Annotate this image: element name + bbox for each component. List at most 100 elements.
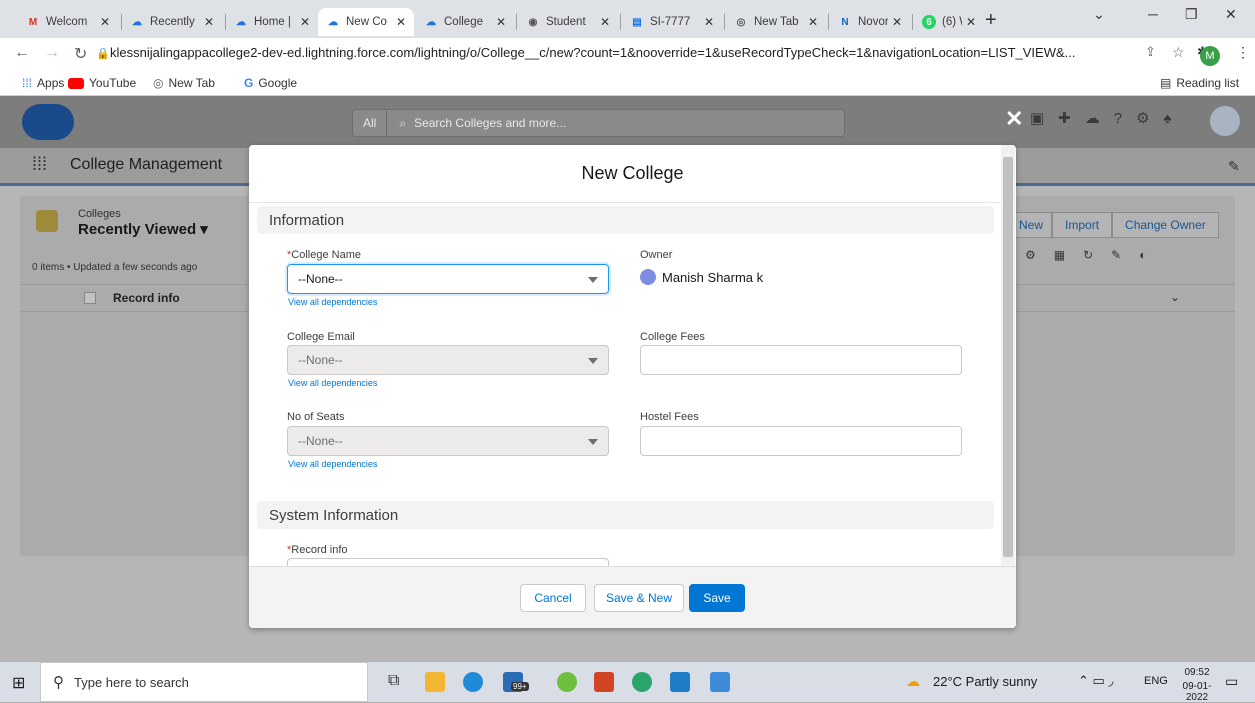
close-tab-icon[interactable]: ✕ [808,15,818,29]
chevron-down-icon [588,358,598,364]
language-indicator[interactable]: ENG [1144,675,1168,687]
college-email-label: College Email [287,331,355,343]
new-tab-button[interactable]: + [985,9,997,32]
share-icon[interactable]: ⇪ [1145,44,1156,60]
object-label: Colleges [78,208,121,220]
store-icon[interactable] [670,672,690,692]
browser-tab[interactable]: ◉ Student ✕ [518,8,618,36]
reading-list-icon: ▤ [1160,76,1172,90]
user-avatar[interactable] [1210,106,1240,136]
windows-taskbar: ⊞ ⚲ Type here to search ⧉ 99+ ☁ 22°C Part… [0,662,1255,703]
profile-avatar[interactable]: M [1200,46,1220,66]
lock-icon: 🔒 [96,48,110,60]
search-scope[interactable]: All [353,110,388,136]
weather-icon: ☁ [906,673,920,689]
new-button[interactable]: New [1010,212,1053,238]
app-icon[interactable] [594,672,614,692]
view-dependencies-link[interactable]: View all dependencies [288,378,377,388]
modal-header: New College [249,145,1016,203]
file-explorer-icon[interactable] [425,672,445,692]
photos-icon[interactable] [710,672,730,692]
close-tab-icon[interactable]: ✕ [496,15,506,29]
owner-link[interactable]: Manish Sharma k [662,270,763,285]
bookmark-star-icon[interactable]: ☆ [1172,44,1185,61]
close-tab-icon[interactable]: ✕ [704,15,714,29]
bookmark-youtube[interactable]: YouTube [68,76,136,90]
whatsapp-icon: 6 [922,15,936,29]
mail-icon[interactable]: 99+ [503,672,529,692]
notifications-icon[interactable]: ▭ [1225,673,1238,690]
header-utility-icons[interactable]: ▣✚☁?⚙♠ [1030,109,1186,127]
close-tab-icon[interactable]: ✕ [396,15,406,29]
edge-icon[interactable] [463,672,483,692]
close-window-button[interactable]: ✕ [1225,6,1237,23]
browser-tab-bar: M Welcom ✕ ☁ Recently ✕ ☁ Home | ✕ ☁ New Co ✕ ☁ C… [0,0,1255,38]
section-system-information[interactable]: System Information [257,501,994,529]
list-toolbar-icons[interactable]: ⚙▦↻✎◐ [1025,248,1164,262]
bookmarks-bar: ⁞⁞⁞ Apps YouTube ◎ New Tab G Google ▤ Readin… [0,72,1255,96]
browser-tab-active[interactable]: ☁ New Co ✕ [318,8,414,36]
change-owner-button[interactable]: Change Owner [1112,212,1219,238]
record-info-input[interactable] [287,558,609,566]
minimize-button[interactable]: ─ [1148,6,1158,22]
tab-search-icon[interactable]: ⌄ [1093,6,1105,23]
clock[interactable]: 09:52 09-01-2022 [1174,667,1220,703]
close-tab-icon[interactable]: ✕ [600,15,610,29]
task-view-icon[interactable]: ⧉ [388,672,399,690]
bookmark-google[interactable]: G Google [244,76,297,90]
view-dependencies-link[interactable]: View all dependencies [288,459,377,469]
close-tab-icon[interactable]: ✕ [204,15,214,29]
url-field[interactable]: klessnijalingappacollege2-dev-ed.lightni… [110,45,1076,60]
close-tab-icon[interactable]: ✕ [966,15,976,29]
import-button[interactable]: Import [1052,212,1113,238]
salesforce-icon: ☁ [328,16,338,28]
save-button[interactable]: Save [689,584,745,612]
close-tab-icon[interactable]: ✕ [100,15,110,29]
cancel-button[interactable]: Cancel [520,584,586,612]
app-icon[interactable] [557,672,577,692]
menu-icon[interactable]: ⋮ [1236,44,1250,61]
address-bar-row: ← → ↻ 🔒 klessnijalingappacollege2-dev-ed… [0,38,1255,72]
globe-icon: ◉ [528,16,538,28]
select-all-checkbox[interactable] [84,292,96,304]
browser-tab[interactable]: 6(6) What✕ [914,8,984,36]
modal-scrollbar[interactable] [1001,145,1015,570]
reading-list[interactable]: ▤ Reading list [1160,76,1239,90]
column-header[interactable]: Record info [113,291,180,305]
close-tab-icon[interactable]: ✕ [300,15,310,29]
global-search[interactable]: All ⌕ Search Colleges and more... [352,109,845,137]
app-launcher-icon[interactable]: ⁞⁞⁞ [32,154,47,175]
list-view-selector[interactable]: Recently Viewed ▾ [78,220,208,238]
chrome-taskbar-icon[interactable] [632,672,652,692]
no-of-seats-select[interactable]: --None-- [287,426,609,456]
bookmark-apps[interactable]: ⁞⁞⁞ Apps [22,76,64,90]
system-tray-icons[interactable]: ⌃ ▭ ◞ [1078,673,1113,689]
weather-text[interactable]: 22°C Partly sunny [933,674,1037,689]
save-and-new-button[interactable]: Save & New [594,584,684,612]
browser-tab[interactable]: ☁ Home | ✕ [226,8,318,36]
college-fees-input[interactable] [640,345,962,375]
browser-tab[interactable]: ☁ Recently ✕ [122,8,222,36]
browser-tab[interactable]: ◎ New Tab ✕ [726,8,826,36]
college-name-select[interactable]: --None-- [287,264,609,294]
section-information[interactable]: Information [257,206,994,234]
bookmark-newtab[interactable]: ◎ New Tab [153,76,215,90]
reload-icon[interactable]: ↻ [74,44,87,64]
browser-tab[interactable]: ☁ College ✕ [416,8,514,36]
browser-tab[interactable]: NNovoré✕ [830,8,910,36]
browser-tab[interactable]: ▤ SI-7777 ✕ [622,8,722,36]
hostel-fees-input[interactable] [640,426,962,456]
scrollbar-thumb[interactable] [1003,157,1013,557]
browser-tab[interactable]: M Welcom ✕ [18,8,118,36]
windows-start-icon[interactable]: ⊞ [12,673,25,693]
close-tab-icon[interactable]: ✕ [892,15,902,29]
forward-icon[interactable]: → [44,44,60,62]
edit-nav-icon[interactable]: ✎ [1228,158,1240,175]
restore-button[interactable]: ❐ [1185,6,1198,23]
taskbar-search[interactable]: ⚲ Type here to search [40,662,368,702]
view-dependencies-link[interactable]: View all dependencies [288,297,377,307]
back-icon[interactable]: ← [14,44,30,62]
column-menu-icon[interactable]: ⌄ [1170,290,1180,304]
college-email-select[interactable]: --None-- [287,345,609,375]
close-modal-icon[interactable]: ✕ [1005,106,1023,132]
